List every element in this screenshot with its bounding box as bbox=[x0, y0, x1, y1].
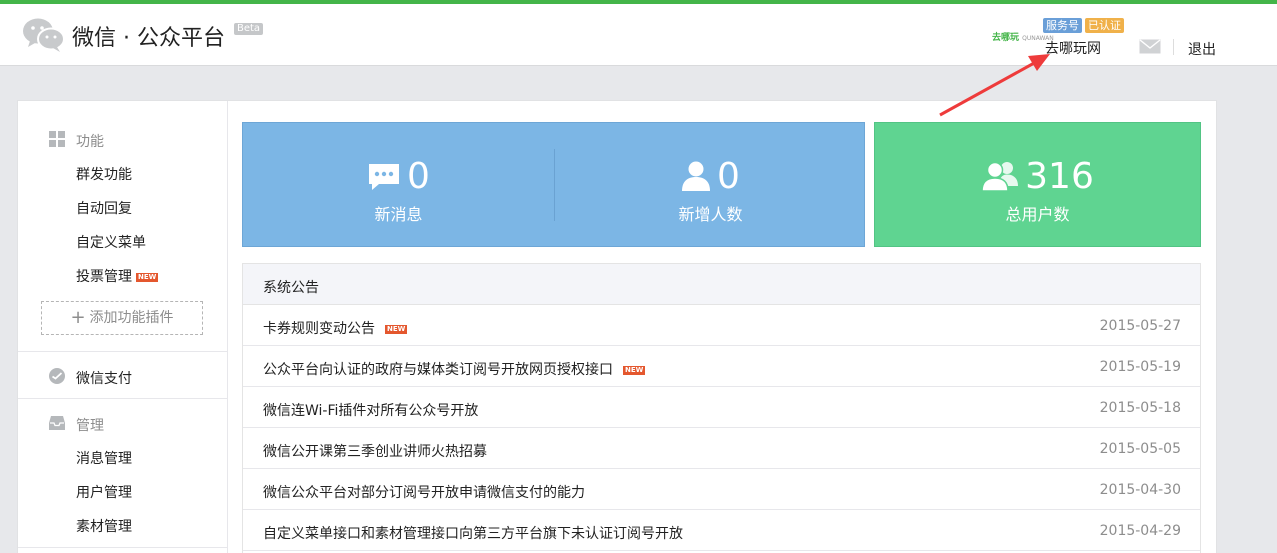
sidebar-section-function: 功能 bbox=[18, 129, 228, 150]
notice-row-title-text: 卡券规则变动公告 bbox=[263, 321, 375, 337]
stats-panel-total: 316 总用户数 bbox=[874, 122, 1201, 247]
stats-panel: 0 新消息 0 新增人数 bbox=[242, 122, 865, 247]
stat-number-row: 0 bbox=[555, 157, 866, 197]
notice-row-title-text: 微信公开课第三季创业讲师火热招募 bbox=[263, 444, 487, 460]
sidebar-section-label: 管理 bbox=[76, 418, 104, 434]
plus-icon: + bbox=[70, 307, 86, 328]
stat-number-row: 0 bbox=[243, 157, 554, 197]
new-messages-label: 新消息 bbox=[374, 205, 423, 224]
account-name[interactable]: 去哪玩网 bbox=[1045, 38, 1101, 58]
notice-row-title[interactable]: 公众平台向认证的政府与媒体类订阅号开放网页授权接口 NEW bbox=[263, 359, 646, 379]
sidebar-item-broadcast[interactable]: 群发功能 bbox=[76, 164, 132, 184]
sidebar-item-custom-menu[interactable]: 自定义菜单 bbox=[76, 232, 146, 252]
total-users-count: 316 bbox=[1025, 156, 1094, 197]
brand-title[interactable]: 微信 · 公众平台 bbox=[72, 20, 225, 52]
sidebar-divider bbox=[18, 547, 227, 548]
verified-badge: 已认证 bbox=[1085, 18, 1124, 33]
notice-row-date: 2015-04-30 bbox=[1099, 482, 1181, 498]
top-bar: 微信 · 公众平台 Beta 去哪玩 QUNAWAN 服务号 已认证 去哪玩网 … bbox=[0, 0, 1277, 66]
total-users-label: 总用户数 bbox=[1005, 205, 1070, 224]
sidebar-item-messages[interactable]: 消息管理 bbox=[76, 448, 132, 468]
user-icon bbox=[682, 161, 711, 191]
stat-total-users[interactable]: 316 总用户数 bbox=[875, 123, 1200, 248]
new-users-label: 新增人数 bbox=[678, 205, 743, 224]
beta-badge: Beta bbox=[234, 23, 264, 35]
notice-row-title-text: 微信连Wi-Fi插件对所有公众号开放 bbox=[263, 403, 479, 419]
notice-row-date: 2015-05-27 bbox=[1099, 318, 1181, 334]
notice-title: 系统公告 bbox=[263, 280, 319, 296]
system-notice-panel: 系统公告 卡券规则变动公告 NEW 2015-05-27 公众平台向认证的政府与媒体类… bbox=[242, 263, 1201, 553]
sidebar-divider bbox=[18, 351, 227, 352]
notice-row[interactable]: 微信公众平台对部分订阅号开放申请微信支付的能力 2015-04-30 bbox=[243, 469, 1200, 510]
service-account-badge: 服务号 bbox=[1043, 18, 1082, 33]
new-badge: NEW bbox=[136, 272, 159, 282]
notice-row[interactable]: 微信连Wi-Fi插件对所有公众号开放 2015-05-18 bbox=[243, 387, 1200, 428]
notice-row-date: 2015-05-19 bbox=[1099, 359, 1181, 375]
add-plugin-label: 添加功能插件 bbox=[89, 310, 174, 326]
sidebar-item-wechat-pay[interactable]: 微信支付 bbox=[18, 366, 228, 387]
mail-icon[interactable] bbox=[1139, 39, 1161, 54]
notice-row[interactable]: 自定义菜单接口和素材管理接口向第三方平台旗下未认证订阅号开放 2015-04-29 bbox=[243, 510, 1200, 551]
add-plugin-button[interactable]: + 添加功能插件 bbox=[41, 301, 203, 335]
notice-row[interactable]: 公众平台向认证的政府与媒体类订阅号开放网页授权接口 NEW 2015-05-19 bbox=[243, 346, 1200, 387]
sidebar-section-label: 功能 bbox=[76, 134, 104, 150]
sidebar: 功能 群发功能 自动回复 自定义菜单 投票管理 NEW + 添加功能插件 微信支付 … bbox=[18, 101, 228, 553]
notice-row-date: 2015-05-05 bbox=[1099, 441, 1181, 457]
stat-new-messages[interactable]: 0 新消息 bbox=[243, 123, 554, 248]
new-messages-count: 0 bbox=[407, 156, 430, 197]
sidebar-section-manage: 管理 bbox=[18, 413, 228, 434]
sidebar-item-vote[interactable]: 投票管理 NEW bbox=[76, 266, 159, 286]
notice-row-title[interactable]: 微信公众平台对部分订阅号开放申请微信支付的能力 bbox=[263, 482, 585, 502]
notice-row[interactable]: 微信公开课第三季创业讲师火热招募 2015-05-05 bbox=[243, 428, 1200, 469]
sidebar-item-auto-reply[interactable]: 自动回复 bbox=[76, 198, 132, 218]
new-users-count: 0 bbox=[717, 156, 740, 197]
stat-number-row: 316 bbox=[875, 157, 1200, 197]
users-group-icon bbox=[981, 161, 1019, 192]
notice-row-title-text: 自定义菜单接口和素材管理接口向第三方平台旗下未认证订阅号开放 bbox=[263, 526, 683, 542]
sidebar-item-label: 投票管理 bbox=[76, 269, 132, 285]
notice-header: 系统公告 bbox=[243, 264, 1200, 305]
notice-row-title-text: 微信公众平台对部分订阅号开放申请微信支付的能力 bbox=[263, 485, 585, 501]
notice-row-title-text: 公众平台向认证的政府与媒体类订阅号开放网页授权接口 bbox=[263, 362, 613, 378]
new-badge: NEW bbox=[385, 324, 408, 334]
sidebar-item-users[interactable]: 用户管理 bbox=[76, 482, 132, 502]
notice-row-title[interactable]: 卡券规则变动公告 NEW bbox=[263, 318, 408, 338]
notice-row-title[interactable]: 微信连Wi-Fi插件对所有公众号开放 bbox=[263, 400, 478, 420]
logout-link[interactable]: 退出 bbox=[1188, 39, 1216, 59]
notice-row[interactable]: 卡券规则变动公告 NEW 2015-05-27 bbox=[243, 305, 1200, 346]
wechat-pay-icon bbox=[49, 368, 65, 384]
grid-icon bbox=[49, 131, 65, 147]
inbox-icon bbox=[49, 416, 65, 430]
header-divider bbox=[1173, 39, 1174, 55]
notice-row-title[interactable]: 微信公开课第三季创业讲师火热招募 bbox=[263, 441, 487, 461]
sidebar-divider bbox=[18, 398, 227, 399]
notice-row-date: 2015-05-18 bbox=[1099, 400, 1181, 416]
main-container: 功能 群发功能 自动回复 自定义菜单 投票管理 NEW + 添加功能插件 微信支付 … bbox=[17, 100, 1217, 553]
sidebar-section-label: 微信支付 bbox=[76, 371, 132, 387]
message-icon bbox=[369, 164, 400, 190]
wechat-logo-icon[interactable] bbox=[22, 16, 66, 54]
account-logo-text: 去哪玩 bbox=[992, 33, 1020, 43]
stat-new-users[interactable]: 0 新增人数 bbox=[555, 123, 866, 248]
new-badge: NEW bbox=[623, 365, 646, 375]
notice-row-title[interactable]: 自定义菜单接口和素材管理接口向第三方平台旗下未认证订阅号开放 bbox=[263, 523, 683, 543]
sidebar-item-materials[interactable]: 素材管理 bbox=[76, 516, 132, 536]
notice-row-date: 2015-04-29 bbox=[1099, 523, 1181, 539]
